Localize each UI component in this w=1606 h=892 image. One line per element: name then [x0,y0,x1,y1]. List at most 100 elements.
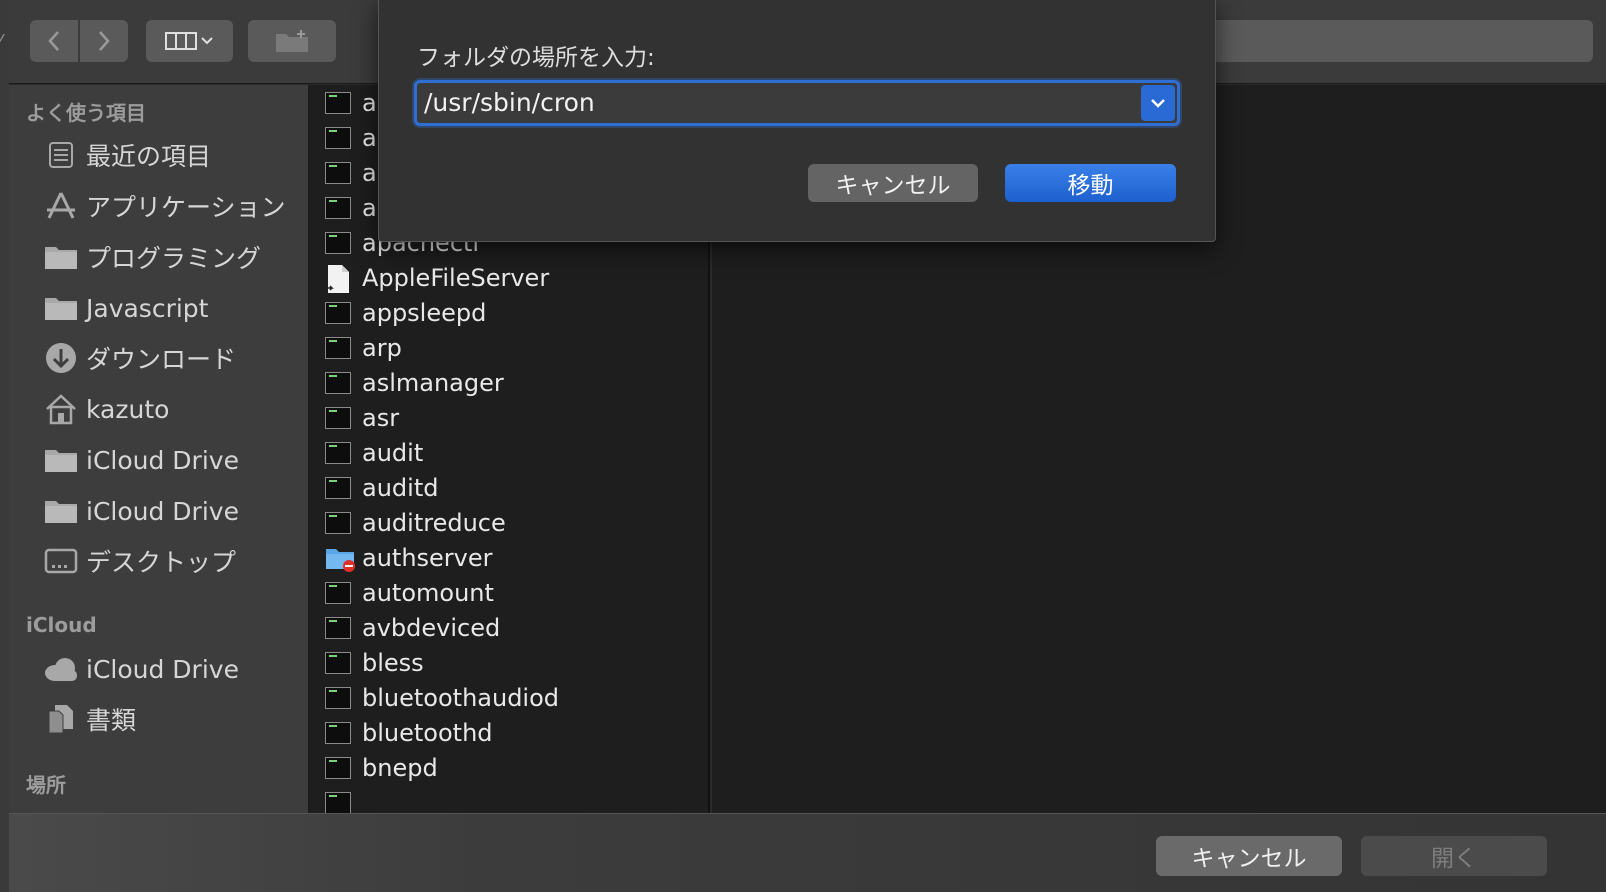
file-name: appsleepd [362,298,487,327]
file-name: authserver [362,543,493,572]
file-name: arp [362,333,402,362]
desktop-icon [43,543,79,579]
file-name: auditd [362,473,439,502]
file-name: AppleFileServer [362,263,550,292]
back-button[interactable] [30,20,78,62]
executable-icon [325,474,353,502]
list-item[interactable]: automount [309,575,708,610]
go-to-folder-sheet: フォルダの場所を入力: /usr/sbin/cron キャンセル 移動 [378,0,1216,242]
cancel-button[interactable]: キャンセル [1156,836,1342,876]
executable-icon [325,614,353,642]
alias-document-icon [325,264,353,293]
executable-icon [325,754,353,782]
executable-icon [325,334,353,362]
view-mode-button[interactable] [146,20,233,62]
go-button[interactable]: 移動 [1005,164,1176,202]
folder-icon [43,239,79,275]
sidebar-item-icloud-drive-folder-2[interactable]: iCloud Drive [9,488,308,534]
executable-icon [325,649,353,677]
sidebar-item-javascript[interactable]: Javascript [9,285,308,331]
icloud-heading: iCloud [26,613,97,637]
search-field[interactable] [1189,20,1593,62]
sidebar-item-icloud-drive[interactable]: iCloud Drive [9,646,308,692]
home-icon [43,391,79,427]
sidebar-item-label: kazuto [86,394,170,424]
column-view-icon [164,32,213,50]
background-window-edge: ⁄ [0,0,9,892]
sidebar-item-label: ダウンロード [86,345,237,374]
folder-path-input[interactable]: /usr/sbin/cron [414,80,1180,126]
executable-icon [325,684,353,712]
list-item[interactable]: auditreduce [309,505,708,540]
sidebar-item-icloud-drive-folder[interactable]: iCloud Drive [9,437,308,483]
sidebar-item-documents[interactable]: 書類 [9,696,308,742]
new-folder-button[interactable] [248,20,336,62]
executable-icon [325,124,353,152]
executable-icon [325,89,353,117]
executable-icon [325,439,353,467]
open-file-dialog: よく使う項目 最近の項目 アプリケーション プログラミング Javascript [9,0,1606,892]
executable-icon [325,299,353,327]
sidebar-item-label: アプリケーション [86,193,286,222]
open-button[interactable]: 開く [1361,836,1547,876]
list-item[interactable]: bless [309,645,708,680]
sidebar-item-desktop[interactable]: デスクトップ [9,538,308,584]
list-item[interactable]: asr [309,400,708,435]
applications-icon [43,188,79,224]
chevron-left-icon [48,31,59,51]
list-item[interactable]: appsleepd [309,295,708,330]
list-item[interactable]: AppleFileServer [309,260,708,295]
file-name: bluetoothd [362,718,493,747]
cloud-icon [43,651,79,687]
executable-icon [325,404,353,432]
executable-icon [325,369,353,397]
edge-glyph: ⁄ [0,30,1,54]
forward-button[interactable] [80,20,128,62]
list-item[interactable]: audit [309,435,708,470]
sidebar-item-programming[interactable]: プログラミング [9,234,308,280]
sidebar-item-applications[interactable]: アプリケーション [9,183,308,229]
file-name: bnepd [362,753,438,782]
list-item-partial[interactable] [309,785,708,813]
list-item[interactable]: bnepd [309,750,708,785]
documents-icon [43,701,79,737]
file-name: automount [362,578,494,607]
list-item[interactable]: bluetoothaudiod [309,680,708,715]
executable-icon [325,509,353,537]
executable-icon [325,229,353,257]
file-name: a [362,88,377,117]
sidebar-item-downloads[interactable]: ダウンロード [9,335,308,381]
folder-icon [43,442,79,478]
list-item[interactable]: aslmanager [309,365,708,400]
sidebar: よく使う項目 最近の項目 アプリケーション プログラミング Javascript [9,85,309,813]
sidebar-item-recents[interactable]: 最近の項目 [9,132,308,178]
file-name: avbdeviced [362,613,501,642]
executable-icon [325,194,353,222]
executable-icon [325,579,353,607]
sheet-cancel-button[interactable]: キャンセル [808,164,978,202]
folder-path-value: /usr/sbin/cron [424,88,595,117]
folder-icon [43,290,79,326]
chevron-right-icon [99,31,110,51]
chevron-down-icon [1151,99,1165,108]
file-name: bluetoothaudiod [362,683,560,712]
sidebar-item-label: 書類 [86,706,137,735]
file-name: auditreduce [362,508,506,537]
file-name: audit [362,438,424,467]
list-item[interactable]: arp [309,330,708,365]
restricted-folder-icon [325,544,355,572]
locations-heading: 場所 [26,773,66,797]
path-history-dropdown[interactable] [1141,85,1175,121]
sidebar-item-label: iCloud Drive [86,445,239,475]
list-item[interactable]: authserver [309,540,708,575]
list-item[interactable]: auditd [309,470,708,505]
executable-icon [325,719,353,747]
sidebar-item-home[interactable]: kazuto [9,386,308,432]
sidebar-item-label: iCloud Drive [86,654,239,684]
list-item[interactable]: avbdeviced [309,610,708,645]
list-item[interactable]: bluetoothd [309,715,708,750]
file-name: aslmanager [362,368,504,397]
sheet-title: フォルダの場所を入力: [417,45,655,71]
sidebar-item-label: 最近の項目 [86,142,212,171]
sidebar-item-label: デスクトップ [86,548,237,577]
